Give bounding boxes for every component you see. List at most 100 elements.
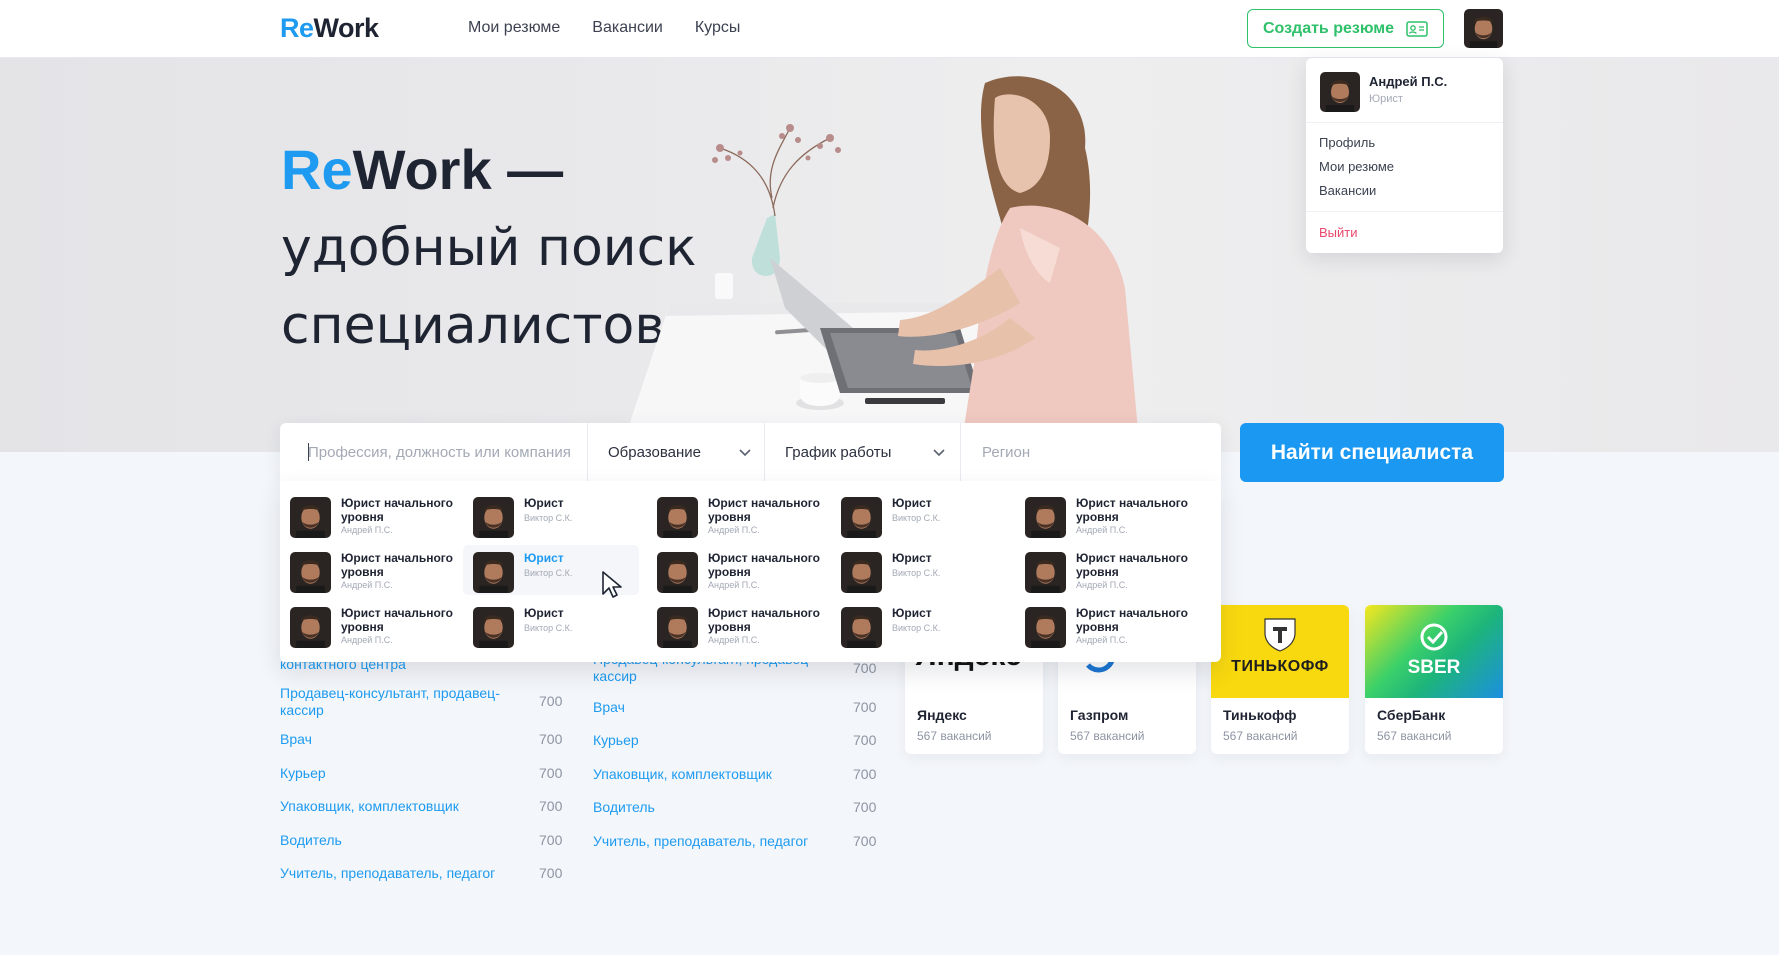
job-count: 700 [853,732,877,748]
suggestion-item[interactable]: Юрист начального уровня Андрей П.С. [280,545,456,595]
nav-courses[interactable]: Курсы [695,19,741,37]
chevron-down-icon [933,449,945,457]
job-count: 700 [539,693,563,709]
company-card-tinkoff[interactable]: ТИНЬКОФФ Тинькофф 567 вакансий [1211,605,1349,754]
menu-item-my-resumes[interactable]: Мои резюме [1319,159,1394,174]
create-resume-button[interactable]: Создать резюме [1247,9,1444,48]
job-count: 700 [853,799,877,815]
suggestion-author: Андрей П.С. [341,635,393,645]
suggestion-item[interactable]: Юрист Виктор С.К. [831,600,1007,650]
mouse-cursor-icon [602,571,622,598]
tinkoff-wordmark: ТИНЬКОФФ [1231,658,1329,675]
job-count: 700 [539,832,563,848]
suggestion-item[interactable]: Юрист начального уровня Андрей П.С. [280,490,456,540]
job-count: 700 [539,798,563,814]
avatar [473,497,514,538]
hero-section: ReWork — удобный поиск специалистов [0,58,1779,452]
divider [1306,122,1503,123]
suggestion-item[interactable]: Юрист Виктор С.К. [463,490,639,540]
avatar [657,552,698,593]
education-select-label: Образование [608,443,701,461]
text-caret [308,443,309,461]
user-name: Андрей П.С. [1369,74,1448,89]
avatar [1025,607,1066,648]
job-link[interactable]: Упаковщик, комплектовщик [593,766,772,783]
tinkoff-logo [1211,605,1349,698]
job-link[interactable]: Врач [593,699,625,716]
company-name: Яндекс [917,707,967,723]
top-header: ReWork Мои резюме Вакансии Курсы Создать… [0,0,1779,58]
suggestion-author: Виктор С.К. [524,513,573,523]
menu-item-vacancies[interactable]: Вакансии [1319,183,1376,198]
user-menu-avatar [1320,72,1360,112]
schedule-select-label: График работы [785,443,892,461]
avatar [290,607,331,648]
suggestion-author: Андрей П.С. [708,635,760,645]
job-link[interactable]: Водитель [280,832,342,849]
avatar [290,497,331,538]
suggestion-item[interactable]: Юрист начального уровня Андрей П.С. [1015,490,1191,540]
company-name: Газпром [1070,707,1129,723]
suggestion-title: Юрист начального уровня [1076,551,1188,579]
menu-item-profile[interactable]: Профиль [1319,135,1375,150]
job-link[interactable]: Учитель, преподаватель, педагог [593,833,808,850]
suggestion-author: Андрей П.С. [1076,580,1128,590]
suggestion-title: Юрист [892,551,932,565]
avatar [841,497,882,538]
main-nav: Мои резюме Вакансии Курсы [468,19,740,37]
profession-search-field[interactable] [308,423,578,481]
suggestion-title: Юрист [892,606,932,620]
company-vacancies: 567 вакансий [1070,729,1145,743]
suggestion-item[interactable]: Юрист начального уровня Андрей П.С. [647,545,823,595]
job-link[interactable]: Водитель [593,799,655,816]
suggestion-title: Юрист начального уровня [1076,606,1188,634]
job-count: 700 [539,765,563,781]
chevron-down-icon [739,449,751,457]
divider [960,423,961,481]
suggestion-author: Виктор С.К. [892,513,941,523]
suggestion-item[interactable]: Юрист Виктор С.К. [463,600,639,650]
suggestion-item[interactable]: Юрист Виктор С.К. [831,490,1007,540]
job-count: 700 [539,731,563,747]
job-link[interactable]: Упаковщик, комплектовщик [280,798,459,815]
region-field[interactable] [982,423,1202,481]
hero-woman-laptop-image [620,76,1140,452]
logo[interactable]: ReWork [280,13,379,44]
nav-my-resumes[interactable]: Мои резюме [468,19,560,37]
job-link[interactable]: Курьер [280,765,326,782]
suggestion-author: Виктор С.К. [892,623,941,633]
suggestion-author: Виктор С.К. [892,568,941,578]
suggestion-author: Андрей П.С. [708,525,760,535]
suggestion-author: Андрей П.С. [1076,525,1128,535]
divider [764,423,765,481]
nav-vacancies[interactable]: Вакансии [592,19,663,37]
suggestion-item[interactable]: Юрист начального уровня Андрей П.С. [280,600,456,650]
header-avatar[interactable] [1464,9,1503,48]
job-count: 700 [853,660,877,676]
education-select[interactable]: Образование [608,423,758,481]
find-specialist-button[interactable]: Найти специалиста [1240,423,1504,482]
suggestion-title: Юрист [524,551,564,565]
company-card-sber[interactable]: SBER СберБанк 567 вакансий [1365,605,1503,754]
schedule-select[interactable]: График работы [785,423,945,481]
suggestion-item[interactable]: Юрист начального уровня Андрей П.С. [647,490,823,540]
sber-logo [1365,605,1503,698]
company-name: Тинькофф [1223,707,1297,723]
job-link[interactable]: Курьер [593,732,639,749]
suggestion-item[interactable]: Юрист начального уровня Андрей П.С. [1015,600,1191,650]
suggestion-item[interactable]: Юрист Виктор С.К. [831,545,1007,595]
suggestion-title: Юрист начального уровня [341,496,453,524]
suggestion-author: Андрей П.С. [708,580,760,590]
suggestion-item[interactable]: Юрист начального уровня Андрей П.С. [1015,545,1191,595]
logout-link[interactable]: Выйти [1319,225,1358,240]
job-link[interactable]: Учитель, преподаватель, педагог [280,865,495,882]
job-link[interactable]: Врач [280,731,312,748]
avatar [290,552,331,593]
region-input[interactable] [982,443,1202,461]
profession-search-input[interactable] [308,443,578,461]
company-vacancies: 567 вакансий [917,729,992,743]
suggestion-item[interactable]: Юрист начального уровня Андрей П.С. [647,600,823,650]
divider [1306,211,1503,212]
job-link[interactable]: Продавец-консультант, продавец-кассир [280,685,520,719]
user-role: Юрист [1369,93,1403,105]
